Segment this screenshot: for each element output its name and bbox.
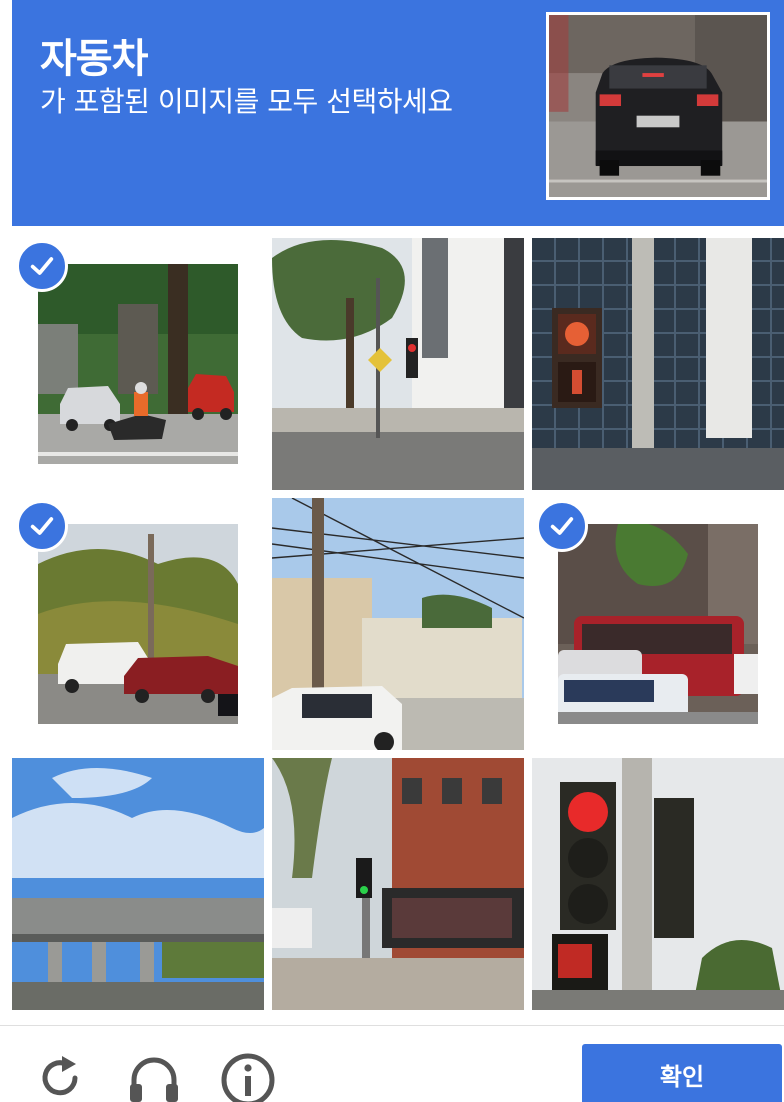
- checkmark-icon[interactable]: [16, 500, 68, 552]
- footer-divider: [0, 1025, 784, 1026]
- sample-image: [546, 12, 770, 200]
- image-tile-9[interactable]: [532, 758, 784, 1010]
- checkmark-icon[interactable]: [16, 240, 68, 292]
- audio-challenge-button[interactable]: [126, 1050, 182, 1102]
- challenge-header: 자동차 가 포함된 이미지를 모두 선택하세요: [12, 0, 784, 226]
- headphones-icon: [130, 1057, 178, 1102]
- verify-button[interactable]: 확인: [582, 1044, 782, 1102]
- info-icon: [221, 1053, 275, 1102]
- challenge-instruction: 가 포함된 이미지를 모두 선택하세요: [40, 85, 453, 118]
- reload-icon: [42, 1056, 78, 1096]
- image-tile-7[interactable]: [12, 758, 264, 1010]
- info-button[interactable]: [220, 1050, 276, 1102]
- checkmark-icon[interactable]: [536, 500, 588, 552]
- image-tile-5[interactable]: [272, 498, 524, 750]
- image-tile-8[interactable]: [272, 758, 524, 1010]
- image-tile-2[interactable]: [272, 238, 524, 490]
- reload-button[interactable]: [32, 1050, 88, 1102]
- image-tile-3[interactable]: [532, 238, 784, 490]
- challenge-keyword: 자동차: [40, 36, 148, 82]
